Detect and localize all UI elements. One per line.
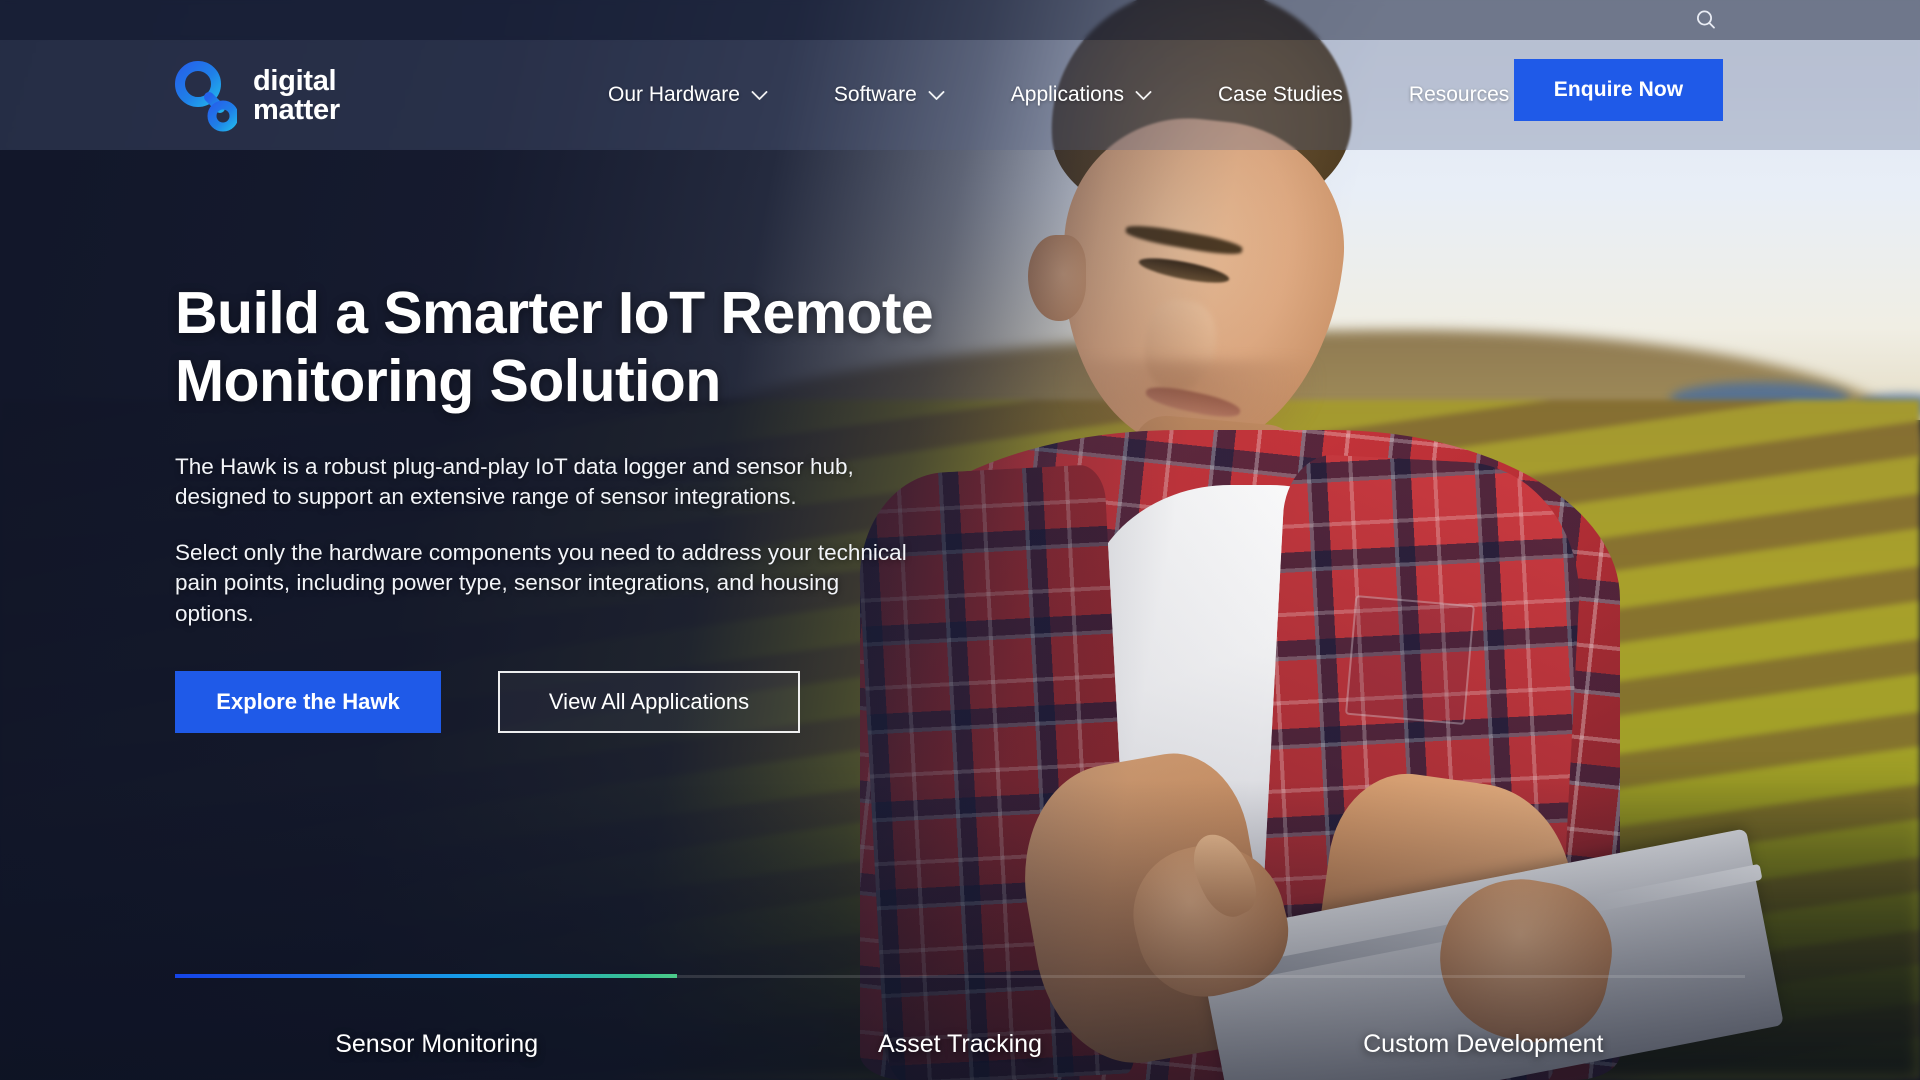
hero-tabs: Sensor Monitoring Asset Tracking Custom … — [0, 970, 1920, 1080]
logo-wordmark: digital matter — [253, 67, 340, 125]
nav-label: Software — [833, 83, 917, 106]
logo-line-2: matter — [253, 94, 340, 126]
chevron-down-icon — [751, 90, 768, 100]
tabs-progress-bar — [175, 974, 678, 978]
enquire-now-button[interactable]: Enquire Now — [1514, 59, 1723, 121]
nav-item-our-hardware[interactable]: Our Hardware — [575, 83, 801, 107]
view-all-applications-button[interactable]: View All Applications — [498, 670, 800, 733]
nav-item-case-studies[interactable]: Case Studies — [1185, 83, 1376, 107]
page-root: digital matter Our Hardware Software App… — [0, 0, 1920, 1080]
hero-paragraph-1: The Hawk is a robust plug-and-play IoT d… — [175, 453, 854, 510]
nav-label: Our Hardware — [608, 83, 740, 106]
nav-label: Applications — [1010, 83, 1124, 106]
tab-custom-development[interactable]: Custom Development — [1222, 1000, 1745, 1059]
nav-item-applications[interactable]: Applications — [978, 83, 1185, 107]
explore-the-hawk-button[interactable]: Explore the Hawk — [175, 670, 441, 733]
hero-cta-row: Explore the Hawk View All Applications — [175, 670, 935, 733]
utility-bar — [0, 0, 1920, 40]
tab-sensor-monitoring[interactable]: Sensor Monitoring — [175, 1000, 698, 1059]
nav-label: Resources — [1408, 83, 1510, 106]
search-icon[interactable] — [1692, 6, 1720, 34]
chevron-down-icon — [1135, 90, 1152, 100]
chevron-down-icon — [928, 90, 945, 100]
hero-heading: Build a Smarter IoT Remote Monitoring So… — [175, 280, 934, 414]
hero-paragraph-2: Select only the hardware components you … — [175, 539, 907, 627]
logo-line-1: digital — [253, 65, 337, 97]
hero-content: Build a Smarter IoT Remote Monitoring So… — [175, 280, 935, 733]
tabs-list: Sensor Monitoring Asset Tracking Custom … — [175, 1000, 1745, 1059]
digital-matter-link-icon — [175, 61, 237, 132]
nav-item-software[interactable]: Software — [801, 83, 978, 107]
nav-links: Our Hardware Software Applications Case … — [575, 40, 1570, 150]
nav-label: Case Studies — [1218, 83, 1343, 106]
tab-asset-tracking[interactable]: Asset Tracking — [698, 1000, 1221, 1059]
logo[interactable]: digital matter — [175, 60, 340, 132]
